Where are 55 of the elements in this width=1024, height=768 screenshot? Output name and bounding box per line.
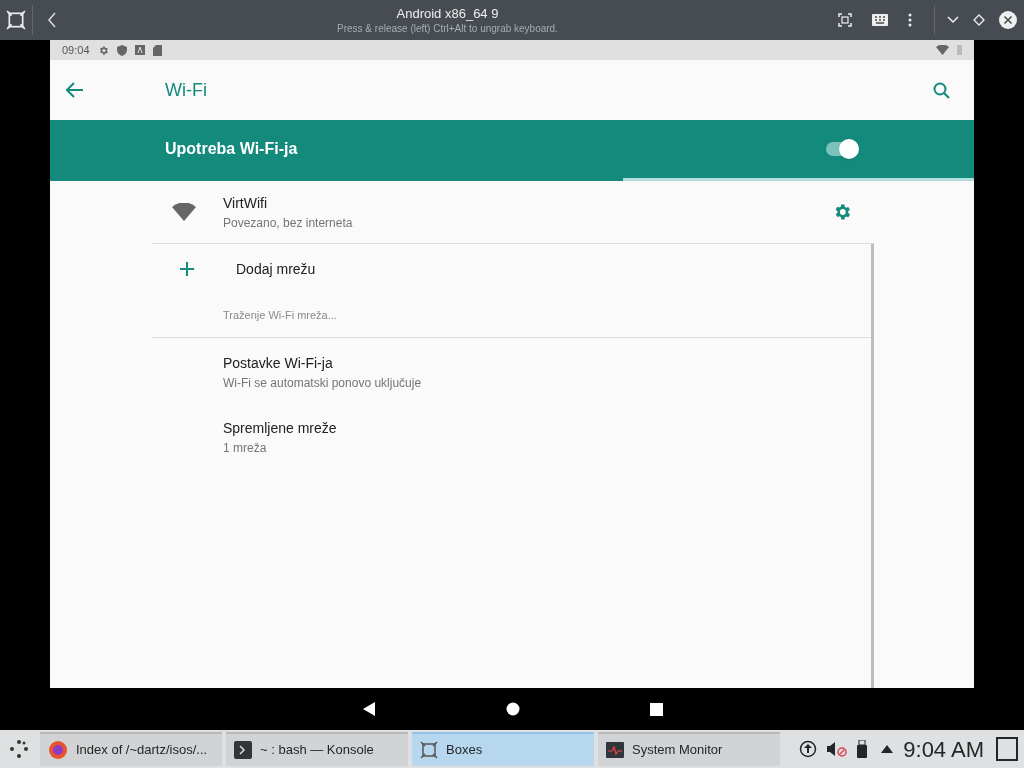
battery-icon bbox=[957, 45, 962, 55]
shield-icon bbox=[116, 44, 127, 56]
settings-icon bbox=[97, 44, 109, 56]
close-icon[interactable] bbox=[999, 11, 1017, 29]
minimize-icon[interactable] bbox=[947, 16, 959, 24]
fullscreen-icon[interactable] bbox=[838, 13, 852, 27]
wifi-icon bbox=[936, 45, 949, 55]
network-row[interactable]: VirtWifi Povezano, bez interneta bbox=[152, 181, 874, 244]
sd-card-icon bbox=[152, 44, 162, 56]
monitor-icon bbox=[606, 742, 624, 758]
back-icon[interactable] bbox=[47, 12, 57, 28]
keyboard-icon[interactable] bbox=[872, 14, 888, 26]
boxes-icon[interactable] bbox=[6, 10, 26, 30]
boxes-icon bbox=[420, 741, 438, 759]
back-icon[interactable] bbox=[361, 702, 376, 716]
browser-icon bbox=[48, 740, 68, 760]
usb-drive-icon[interactable] bbox=[857, 740, 868, 758]
taskbar-task[interactable]: Boxes bbox=[412, 732, 594, 766]
wifi-icon bbox=[172, 203, 196, 221]
master-switch-bar[interactable]: Upotreba Wi-Fi-ja bbox=[50, 120, 974, 178]
settings-item-title: Spremljene mreže bbox=[223, 418, 338, 438]
home-icon[interactable] bbox=[505, 702, 520, 716]
taskbar-task[interactable]: ~ : bash — Konsole bbox=[226, 732, 408, 766]
back-arrow-icon[interactable] bbox=[66, 82, 84, 98]
taskbar-task[interactable]: System Monitor bbox=[598, 732, 780, 766]
menu-icon[interactable] bbox=[908, 13, 912, 27]
settings-item-subtitle: Wi-Fi se automatski ponovo uključuje bbox=[223, 374, 423, 392]
taskbar-task[interactable]: Index of /~dartz/isos/... bbox=[40, 732, 222, 766]
search-icon[interactable] bbox=[933, 81, 950, 99]
master-switch-label: Upotreba Wi-Fi-ja bbox=[165, 139, 298, 159]
overview-icon[interactable] bbox=[649, 702, 663, 716]
scrollbar[interactable] bbox=[871, 244, 874, 688]
show-desktop-button[interactable] bbox=[996, 737, 1018, 761]
toggle-switch[interactable] bbox=[826, 142, 856, 156]
scanning-text: Traženje Wi-Fi mreža... bbox=[223, 308, 337, 324]
settings-item-title: Postavke Wi-Fi-ja bbox=[223, 353, 334, 373]
update-icon[interactable] bbox=[799, 740, 818, 758]
maximize-icon[interactable] bbox=[973, 14, 985, 26]
expand-arrow-icon[interactable] bbox=[881, 745, 894, 753]
square-icon bbox=[134, 45, 145, 55]
settings-item[interactable]: Postavke Wi-Fi-ja Wi-Fi se automatski ponovo uključuje bbox=[152, 338, 871, 404]
app-bar-title: Wi-Fi bbox=[165, 78, 207, 102]
settings-item[interactable]: Spremljene mreže 1 mreža bbox=[152, 404, 871, 470]
network-name: VirtWifi bbox=[223, 193, 269, 213]
muted-speaker-icon[interactable] bbox=[827, 741, 848, 757]
launcher-icon[interactable] bbox=[8, 738, 30, 760]
status-time: 09:04 bbox=[62, 42, 90, 58]
network-status: Povezano, bez interneta bbox=[223, 214, 353, 232]
terminal-icon bbox=[234, 741, 252, 759]
plus-icon bbox=[180, 262, 194, 276]
clock[interactable]: 9:04 AM bbox=[903, 732, 984, 766]
window-title: Android x86_64 9 bbox=[396, 4, 499, 22]
settings-item-subtitle: 1 mreža bbox=[223, 439, 268, 457]
add-network-row[interactable]: Dodaj mrežu bbox=[152, 244, 871, 294]
window-subtitle: Press & release (left) Ctrl+Alt to ungrab keyboard. bbox=[337, 21, 558, 36]
